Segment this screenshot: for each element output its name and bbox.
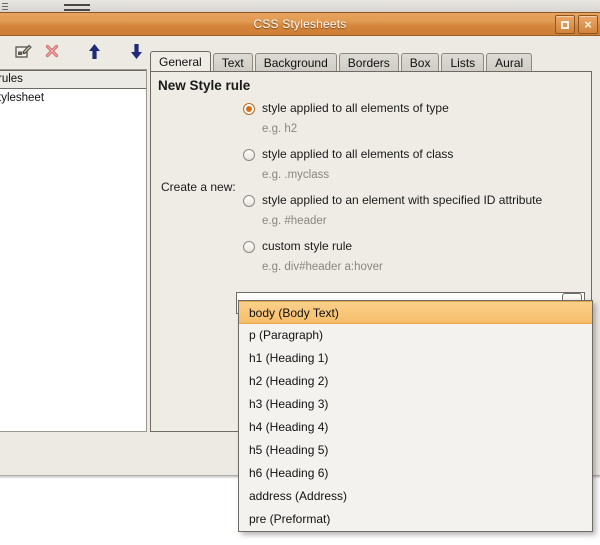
radio-label-type[interactable]: style applied to all elements of type: [262, 100, 449, 117]
radio-label-id[interactable]: style applied to an element with specifi…: [262, 192, 542, 209]
dropdown-option[interactable]: h2 (Heading 2): [239, 370, 592, 393]
radio-option-custom[interactable]: custom style rule: [243, 238, 583, 258]
move-up-icon[interactable]: [84, 40, 105, 62]
sidebar-toolbar: [0, 36, 147, 66]
radio-button-type[interactable]: [243, 103, 255, 115]
move-down-icon[interactable]: [127, 40, 148, 62]
radio-button-custom[interactable]: [243, 241, 255, 253]
dropdown-option[interactable]: body (Body Text): [239, 301, 592, 324]
tab-lists[interactable]: Lists: [441, 53, 485, 72]
dropdown-option[interactable]: h4 (Heading 4): [239, 416, 592, 439]
window-controls: ×: [555, 15, 598, 34]
tab-box[interactable]: Box: [400, 53, 440, 72]
maximize-button[interactable]: [555, 15, 575, 34]
window-titlebar[interactable]: CSS Stylesheets ×: [0, 13, 600, 36]
radio-option-class[interactable]: style applied to all elements of class: [243, 146, 583, 166]
radio-hint-type: e.g. h2: [262, 123, 298, 135]
dropdown-option[interactable]: h3 (Heading 3): [239, 393, 592, 416]
radio-option-type[interactable]: style applied to all elements of type: [243, 100, 583, 120]
combobox-dropdown-list[interactable]: body (Body Text) p (Paragraph) h1 (Headi…: [238, 300, 593, 532]
tab-general[interactable]: General: [150, 51, 211, 72]
create-a-new-label: Create a new:: [161, 180, 236, 194]
radio-hint-id: e.g. #header: [262, 215, 327, 227]
screen: CSS Stylesheets × rules tylesheet Genera…: [0, 0, 600, 545]
radio-button-class[interactable]: [243, 149, 255, 161]
dropdown-option[interactable]: pre (Preformat): [239, 508, 592, 531]
radio-hint-class: e.g. .myclass: [262, 169, 330, 181]
radio-hint-custom: e.g. div#header a:hover: [262, 261, 383, 273]
radio-button-id[interactable]: [243, 195, 255, 207]
dropdown-option[interactable]: p (Paragraph): [239, 324, 592, 347]
rules-list-panel[interactable]: rules tylesheet: [0, 69, 147, 432]
page-title: New Style rule: [158, 78, 251, 93]
close-icon: ×: [584, 17, 592, 32]
edit-icon[interactable]: [13, 40, 34, 62]
rule-type-radio-group: style applied to all elements of type e.…: [243, 100, 583, 284]
radio-label-class[interactable]: style applied to all elements of class: [262, 146, 453, 163]
list-item[interactable]: tylesheet: [0, 89, 146, 107]
close-button[interactable]: ×: [578, 15, 598, 34]
dropdown-option[interactable]: h1 (Heading 1): [239, 347, 592, 370]
window-title: CSS Stylesheets: [253, 17, 347, 31]
delete-icon[interactable]: [42, 40, 63, 62]
menubar-handle-icon: [2, 2, 8, 10]
square-icon: [561, 20, 569, 29]
tab-strip: General Text Background Borders Box List…: [150, 51, 592, 72]
tab-text[interactable]: Text: [212, 53, 253, 72]
tab-borders[interactable]: Borders: [338, 53, 399, 72]
tab-background[interactable]: Background: [254, 53, 337, 72]
radio-option-id[interactable]: style applied to an element with specifi…: [243, 192, 583, 212]
dropdown-option[interactable]: address (Address): [239, 485, 592, 508]
menubar-grip-icon: [64, 3, 90, 11]
radio-label-custom[interactable]: custom style rule: [262, 238, 352, 255]
dropdown-option[interactable]: h5 (Heading 5): [239, 439, 592, 462]
tab-aural[interactable]: Aural: [486, 53, 533, 72]
list-item[interactable]: rules: [0, 70, 146, 89]
dropdown-option[interactable]: h6 (Heading 6): [239, 462, 592, 485]
